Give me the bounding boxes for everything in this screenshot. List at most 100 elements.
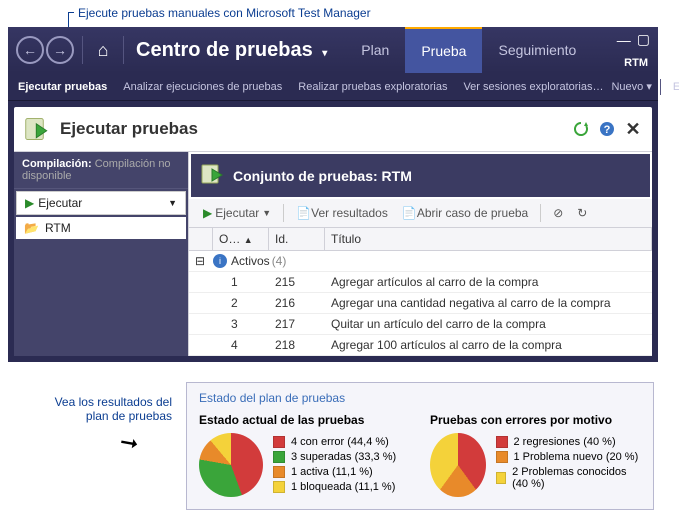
content-area: Ejecutar pruebas ? ✕ Compilación: Compil… bbox=[14, 107, 652, 356]
cell-order: 2 bbox=[213, 293, 269, 313]
results-icon: 📄 bbox=[296, 206, 311, 220]
subnav-ejecutar-pruebas[interactable]: Ejecutar pruebas bbox=[14, 77, 111, 97]
svg-text:?: ? bbox=[604, 124, 611, 136]
toolbar-results-label: Ver resultados bbox=[311, 206, 388, 220]
rtm-label: RTM bbox=[624, 57, 648, 69]
subnav-sesiones[interactable]: Ver sesiones exploratorias… bbox=[459, 77, 607, 97]
table-row[interactable]: 1215Agregar artículos al carro de la com… bbox=[189, 272, 652, 293]
legend-label: 3 superadas (33,3 %) bbox=[291, 451, 396, 463]
legend-label: 1 activa (11,1 %) bbox=[291, 466, 373, 478]
chart-title: Estado actual de las pruebas bbox=[199, 413, 410, 427]
cell-id: 215 bbox=[269, 272, 325, 292]
swatch bbox=[273, 466, 285, 478]
app-title-text: Centro de pruebas bbox=[136, 39, 313, 61]
app-title-dropdown[interactable]: Centro de pruebas ▾ bbox=[136, 39, 327, 62]
cell-blank bbox=[189, 272, 213, 292]
chevron-down-icon: ▾ bbox=[322, 48, 327, 59]
tab-prueba[interactable]: Prueba bbox=[405, 27, 482, 73]
toolbar-run[interactable]: ▶ Ejecutar ▼ bbox=[197, 203, 277, 223]
group-count: (4) bbox=[272, 254, 287, 268]
grid-header-order[interactable]: O… ▲ bbox=[213, 228, 269, 250]
chevron-down-icon: ▼ bbox=[262, 208, 271, 218]
subnav-exploratorias[interactable]: Realizar pruebas exploratorias bbox=[294, 77, 451, 97]
page-title: Ejecutar pruebas bbox=[60, 119, 198, 139]
legend: 4 con error (44,4 %)3 superadas (33,3 %)… bbox=[273, 433, 396, 497]
legend-item: 3 superadas (33,3 %) bbox=[273, 451, 396, 463]
cell-order: 4 bbox=[213, 335, 269, 355]
toolbar-open-case[interactable]: 📄 Abrir caso de prueba bbox=[396, 203, 534, 223]
legend-label: 2 Problemas conocidos (40 %) bbox=[512, 466, 641, 490]
compilation-info: Compilación: Compilación no disponible bbox=[14, 152, 188, 189]
cell-blank bbox=[189, 314, 213, 334]
table-row[interactable]: 2216Agregar una cantidad negativa al car… bbox=[189, 293, 652, 314]
titlebar: ← → ⌂ Centro de pruebas ▾ Plan Prueba Se… bbox=[8, 27, 658, 73]
subnav-abiertos[interactable]: Elementos abiertos (0) ▾ bbox=[669, 76, 679, 97]
annotation-top: Ejecute pruebas manuales con Microsoft T… bbox=[78, 6, 371, 20]
reset-icon: ↻ bbox=[577, 206, 587, 220]
left-panel-fill bbox=[14, 241, 188, 341]
tab-plan[interactable]: Plan bbox=[345, 28, 405, 72]
swatch bbox=[273, 451, 285, 463]
legend: 2 regresiones (40 %) 1 Problema nuevo (20… bbox=[496, 433, 642, 497]
suite-header-text: Conjunto de pruebas: RTM bbox=[233, 168, 412, 184]
close-button[interactable]: ✕ bbox=[624, 120, 642, 138]
tab-seguimiento[interactable]: Seguimiento bbox=[482, 28, 592, 72]
group-name: Activos bbox=[231, 254, 270, 268]
cell-title: Quitar un artículo del carro de la compr… bbox=[325, 314, 652, 334]
arrow-icon: ➞ bbox=[118, 429, 141, 458]
maximize-button[interactable]: ▢ bbox=[637, 31, 650, 48]
chart-column: Pruebas con errores por motivo 2 regresio… bbox=[430, 413, 641, 497]
grid-header-blank[interactable] bbox=[189, 228, 213, 250]
cell-order: 3 bbox=[213, 314, 269, 334]
grid-header-title[interactable]: Título bbox=[325, 228, 652, 250]
swatch bbox=[496, 472, 507, 484]
cell-blank bbox=[189, 335, 213, 355]
cell-id: 216 bbox=[269, 293, 325, 313]
folder-icon: 📂 bbox=[24, 221, 39, 235]
page-header: Ejecutar pruebas ? ✕ bbox=[14, 107, 652, 152]
subnav-abiertos-label: Elementos abiertos (0) bbox=[673, 81, 679, 93]
help-button[interactable]: ? bbox=[598, 120, 616, 138]
back-button[interactable]: ← bbox=[16, 36, 44, 64]
document-icon: 📄 bbox=[402, 206, 417, 220]
group-row-activos[interactable]: ⊟ i Activos (4) bbox=[189, 251, 652, 272]
home-button[interactable]: ⌂ bbox=[89, 36, 117, 64]
grid-header-id[interactable]: Id. bbox=[269, 228, 325, 250]
table-row[interactable]: 3217Quitar un artículo del carro de la c… bbox=[189, 314, 652, 335]
separator bbox=[82, 36, 83, 64]
toolbar-reset[interactable]: ↻ bbox=[571, 203, 593, 223]
chart-title: Pruebas con errores por motivo bbox=[430, 413, 641, 427]
toolbar-run-label: Ejecutar bbox=[215, 206, 259, 220]
info-badge-icon: i bbox=[213, 254, 227, 268]
swatch bbox=[273, 481, 285, 493]
legend-label: 1 Problema nuevo (20 %) bbox=[514, 451, 639, 463]
swatch bbox=[496, 436, 508, 448]
refresh-button[interactable] bbox=[572, 120, 590, 138]
cell-title: Agregar una cantidad negativa al carro d… bbox=[325, 293, 652, 313]
block-icon: ⊘ bbox=[553, 206, 563, 220]
table-row[interactable]: 4218Agregar 100 artículos al carro de la… bbox=[189, 335, 652, 356]
cell-title: Agregar artículos al carro de la compra bbox=[325, 272, 652, 292]
subnav-nuevo[interactable]: Nuevo ▾ bbox=[607, 76, 655, 97]
separator bbox=[540, 204, 541, 222]
page-header-actions: ? ✕ bbox=[572, 120, 642, 138]
run-dropdown[interactable]: ▶ Ejecutar ▼ bbox=[16, 191, 186, 215]
suite-item-rtm[interactable]: 📂 RTM bbox=[16, 217, 186, 239]
compilation-label: Compilación: bbox=[22, 158, 92, 170]
separator bbox=[283, 204, 284, 222]
forward-button[interactable]: → bbox=[46, 36, 74, 64]
toolbar-results[interactable]: 📄 Ver resultados bbox=[290, 203, 394, 223]
legend-item: 1 bloqueada (11,1 %) bbox=[273, 481, 396, 493]
subnav-analizar[interactable]: Analizar ejecuciones de pruebas bbox=[119, 77, 286, 97]
legend-item: 2 regresiones (40 %) bbox=[496, 436, 642, 448]
legend-item: 1 Problema nuevo (20 %) bbox=[496, 451, 642, 463]
minimize-button[interactable]: — bbox=[617, 32, 631, 48]
toolbar-open-case-label: Abrir caso de prueba bbox=[417, 206, 528, 220]
app-window: ← → ⌂ Centro de pruebas ▾ Plan Prueba Se… bbox=[8, 27, 658, 362]
toolbar-block[interactable]: ⊘ bbox=[547, 203, 569, 223]
collapse-icon[interactable]: ⊟ bbox=[195, 254, 209, 268]
legend-label: 2 regresiones (40 %) bbox=[514, 436, 616, 448]
run-tests-icon bbox=[24, 115, 52, 143]
suite-icon bbox=[201, 162, 225, 189]
suite-header: Conjunto de pruebas: RTM bbox=[191, 154, 650, 197]
